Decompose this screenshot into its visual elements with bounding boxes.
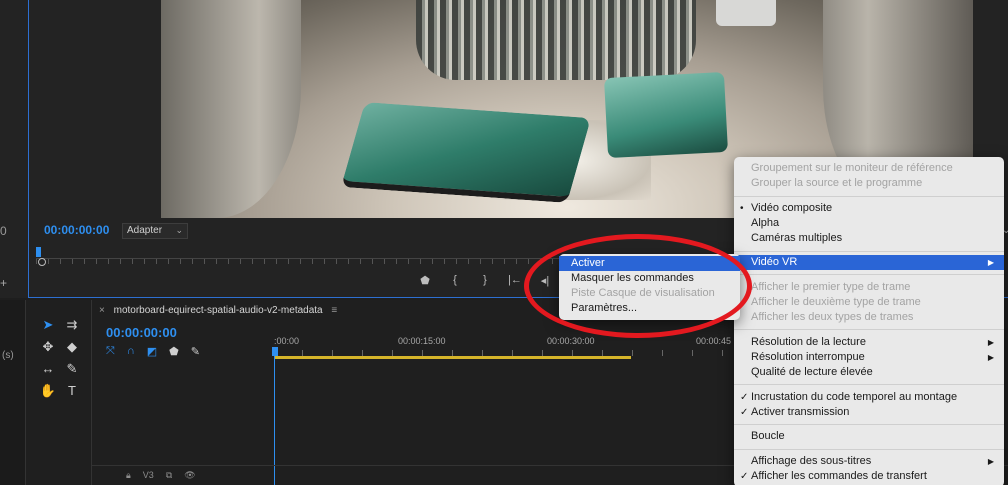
razor-tool-icon[interactable]: ◆ [62, 338, 82, 356]
menu-item-label: Incrustation du code temporel au montage [751, 391, 958, 403]
menu-item-first-field: Afficher le premier type de trame [751, 281, 911, 293]
menu-item-label: Résolution interrompue [751, 351, 865, 363]
menu-item-label: Affichage des sous-titres [751, 455, 872, 467]
submenu-arrow-icon: ▶ [987, 338, 994, 347]
menu-separator [734, 449, 1004, 450]
menu-item-label: Résolution de la lecture [751, 336, 866, 348]
menu-separator [734, 424, 1004, 425]
monitor-timecode[interactable]: 00:00:00:00 [44, 223, 109, 237]
menu-separator [734, 196, 1004, 197]
scene-van [716, 0, 776, 26]
menu-item-enable-transmit[interactable]: ✓ Activer transmission [734, 405, 1004, 420]
menu-item-alpha[interactable]: Alpha [734, 216, 1004, 231]
slip-tool-icon[interactable]: ↔ [38, 360, 58, 378]
selection-tool-icon[interactable]: ➤ [38, 316, 58, 334]
snap-icon[interactable]: ∩ [127, 345, 135, 358]
scene-rack [416, 0, 696, 80]
scene-wall-left [161, 0, 301, 218]
menu-item-multicam[interactable]: Caméras multiples [734, 231, 1004, 246]
toolbar: ➤ ⇉ ✥ ◆ ↔ ✎ ✋ T [38, 316, 84, 400]
menu-item-vr-video[interactable]: Vidéo VR ▶ [734, 255, 1004, 270]
ruler-label: 00:00:30:00 [547, 336, 595, 346]
track-header-v3: 🔒︎ V3 ⧉ 👁︎ [126, 470, 196, 481]
submenu-arrow-icon: ▶ [987, 457, 994, 466]
type-tool-icon[interactable]: T [62, 382, 82, 400]
menu-item-timecode-overlay[interactable]: ✓ Incrustation du code temporel au monta… [734, 390, 1004, 405]
sequence-timecode[interactable]: 00:00:00:00 [106, 325, 177, 340]
work-area-bar[interactable] [275, 356, 631, 359]
mark-in-icon[interactable]: { [448, 274, 462, 287]
chevron-down-icon: ⌄ [175, 225, 183, 235]
project-panel-label: (s) [2, 350, 14, 361]
add-icon[interactable]: + [0, 276, 7, 290]
menu-icon[interactable]: ≡ [331, 305, 337, 316]
menu-item-second-field: Afficher le deuxième type de trame [751, 296, 921, 308]
menu-item-label: Vidéo composite [751, 202, 833, 214]
monitor-context-menu: Groupement sur le moniteur de référence … [734, 157, 1004, 485]
checkmark-icon: ✓ [740, 392, 749, 403]
ruler-label: 00:00:15:00 [398, 336, 446, 346]
linked-selection-icon[interactable]: ◩ [147, 345, 157, 358]
sequence-tab[interactable]: × motorboard-equirect-spatial-audio-v2-m… [99, 305, 337, 316]
track-label: V3 [142, 470, 154, 480]
wrench-icon[interactable]: ✎ [191, 345, 200, 358]
menu-separator [734, 251, 1004, 252]
premiere-window: 0 00:00:00:00 Adapter ⌄ ⬟ { } |← ◂| + ⌄ … [0, 0, 1008, 485]
ruler-label: :00:00 [274, 336, 300, 346]
ruler-label: 00:00:45 [696, 336, 732, 346]
checkmark-icon: ✓ [740, 471, 749, 482]
menu-separator [734, 329, 1004, 330]
menu-item-high-quality[interactable]: Qualité de lecture élevée [734, 365, 1004, 380]
menu-item-label: Vidéo VR [751, 256, 798, 268]
menu-item-label: Afficher les commandes de transfert [751, 470, 927, 482]
menu-item-loop[interactable]: Boucle [734, 429, 1004, 444]
menu-item-captions[interactable]: Affichage des sous-titres ▶ [734, 454, 1004, 469]
timeline-playhead[interactable] [272, 347, 278, 356]
scene-circuit-board-small [603, 71, 729, 159]
menu-item-label: Activer transmission [751, 406, 850, 418]
left-panel-value: 0 [0, 224, 7, 238]
menu-separator [734, 384, 1004, 385]
nest-icon[interactable]: ⤧ [106, 345, 115, 358]
menu-item-paused-resolution[interactable]: Résolution interrompue ▶ [734, 350, 1004, 365]
mark-out-icon[interactable]: } [478, 274, 492, 287]
menu-item-both-fields: Afficher les deux types de trames [751, 311, 914, 323]
project-panel-edge: (s) [0, 300, 26, 485]
menu-item-playback-resolution[interactable]: Résolution de la lecture ▶ [734, 335, 1004, 350]
marker-icon[interactable]: ⬟ [418, 274, 432, 287]
menu-item-group-source-program: Grouper la source et le programme [751, 177, 923, 189]
submenu-arrow-icon: ▶ [987, 353, 994, 362]
close-icon[interactable]: × [99, 305, 105, 316]
sync-lock-icon[interactable]: ⧉ [166, 470, 172, 481]
menu-separator [734, 274, 1004, 275]
lock-icon[interactable]: 🔒︎ [126, 470, 131, 481]
sequence-toolbar: ⤧ ∩ ◩ ⬟ ✎ [106, 345, 200, 358]
go-to-in-icon[interactable]: |← [508, 274, 522, 287]
zoom-level-select[interactable]: Adapter ⌄ [122, 223, 188, 239]
checkmark-icon: ✓ [740, 407, 749, 418]
track-select-tool-icon[interactable]: ⇉ [62, 316, 82, 334]
scene-circuit-board [341, 102, 591, 203]
submenu-arrow-icon: ▶ [987, 258, 994, 267]
ripple-edit-tool-icon[interactable]: ✥ [38, 338, 58, 356]
menu-item-group-reference: Groupement sur le moniteur de référence [751, 162, 953, 174]
in-point-handle[interactable] [38, 258, 46, 266]
annotation-circle [524, 234, 752, 338]
pen-tool-icon[interactable]: ✎ [62, 360, 82, 378]
selected-bullet-icon: • [740, 203, 744, 214]
zoom-level-value: Adapter [127, 225, 163, 236]
menu-item-composite-video[interactable]: • Vidéo composite [734, 201, 1004, 216]
hand-tool-icon[interactable]: ✋ [38, 382, 58, 400]
add-marker-icon[interactable]: ⬟ [169, 345, 179, 358]
sequence-tab-title: motorboard-equirect-spatial-audio-v2-met… [113, 305, 323, 316]
monitor-playhead[interactable] [36, 247, 41, 257]
eye-icon[interactable]: 👁︎ [184, 470, 195, 481]
menu-item-transport-controls[interactable]: ✓ Afficher les commandes de transfert [734, 469, 1004, 484]
